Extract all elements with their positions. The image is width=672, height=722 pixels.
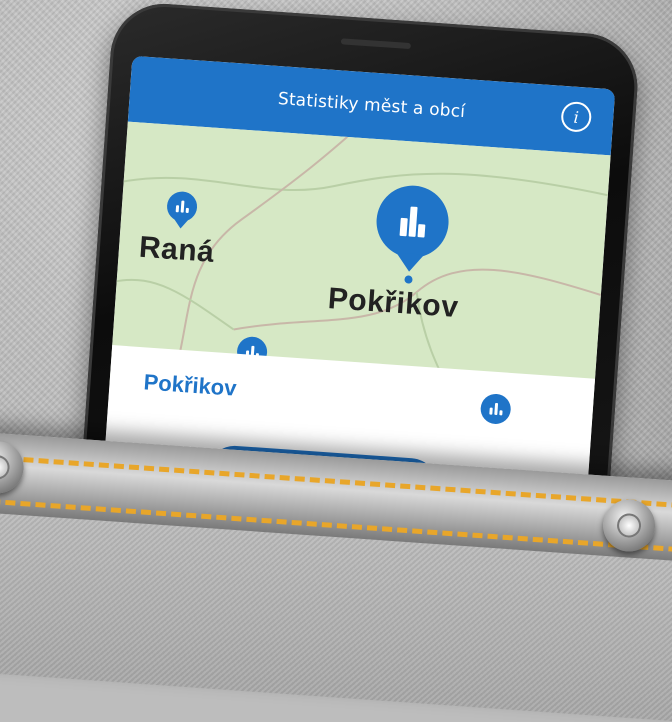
- map-pin[interactable]: [479, 392, 512, 425]
- bar-chart-icon: [399, 206, 426, 238]
- place-title: Pokřikov: [142, 369, 238, 401]
- jeans-pocket: [0, 432, 672, 722]
- app-title: Statistiky měst a obcí: [277, 89, 466, 123]
- info-icon[interactable]: i: [560, 100, 593, 133]
- bar-chart-icon: [488, 402, 503, 416]
- bar-chart-icon: [175, 200, 189, 214]
- city-label-rana: Raná: [137, 230, 216, 269]
